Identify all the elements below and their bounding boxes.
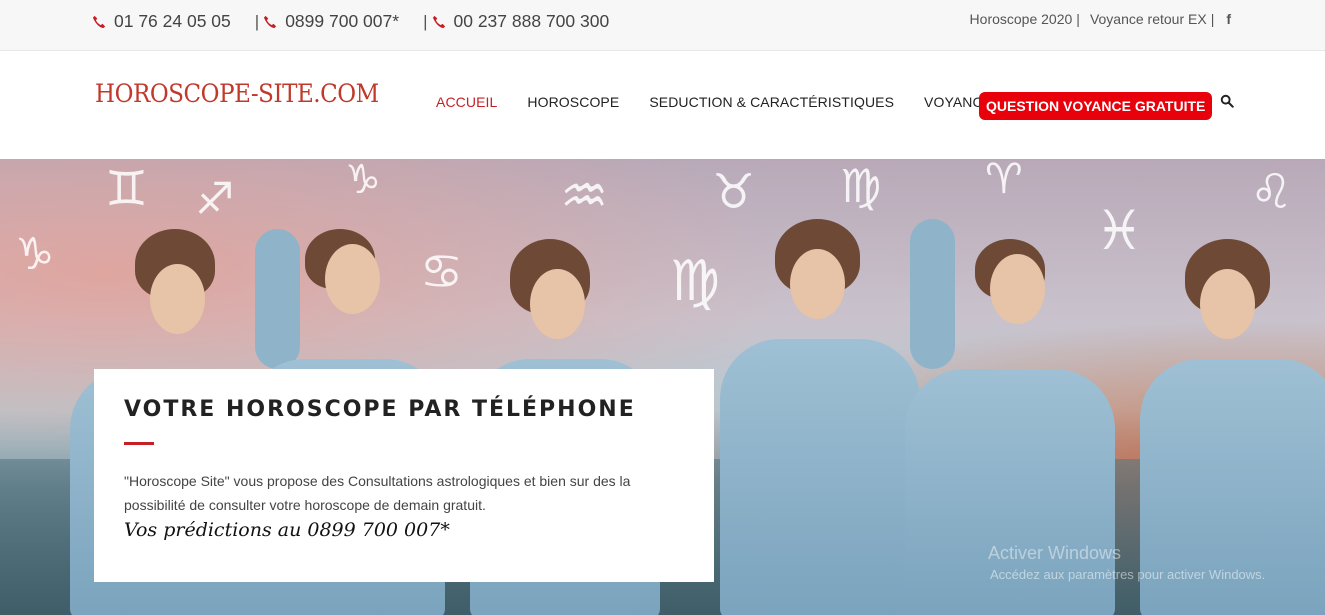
hero-title: VOTRE HOROSCOPE PAR TÉLÉPHONE [124, 397, 636, 422]
hero-figure [720, 219, 920, 615]
zodiac-aquarius-icon: ♒ [560, 164, 609, 227]
zodiac-gemini-icon: ♊ [105, 161, 149, 217]
zodiac-capricorn2-icon: ♑ [15, 229, 55, 280]
phone-2[interactable]: 0899 700 007* [263, 11, 399, 32]
site-header: HOROSCOPE-SITE.COM ACCUEIL HOROSCOPE SED… [0, 52, 1325, 159]
search-icon[interactable] [1220, 94, 1234, 108]
hero-card: VOTRE HOROSCOPE PAR TÉLÉPHONE "Horoscope… [94, 369, 714, 582]
title-underline [124, 442, 154, 445]
zodiac-virgo2-icon: ♍ [670, 249, 721, 314]
phone-1[interactable]: 01 76 24 05 05 [92, 11, 231, 32]
separator: | [254, 11, 260, 31]
phone-list: 01 76 24 05 05 | 0899 700 007* | 00 237 … [92, 11, 609, 32]
separator: | [423, 11, 428, 31]
phone-icon [432, 15, 445, 28]
facebook-icon[interactable]: f [1226, 11, 1231, 27]
phone-number: 0899 700 007* [285, 11, 400, 31]
separator: | [1076, 11, 1080, 27]
zodiac-leo-icon: ♌ [1250, 164, 1294, 220]
windows-activation-watermark: Activer Windows [988, 543, 1122, 563]
question-voyance-button[interactable]: QUESTION VOYANCE GRATUITE [979, 92, 1213, 120]
top-bar: 01 76 24 05 05 | 0899 700 007* | 00 237 … [0, 0, 1325, 51]
windows-activation-hint: Accédez aux paramètres pour activer Wind… [990, 567, 1266, 582]
phone-number: 00 237 888 700 300 [453, 11, 610, 31]
zodiac-taurus-icon: ♉ [712, 164, 756, 220]
phone-number: 01 76 24 05 05 [114, 11, 231, 31]
link-horoscope-2020[interactable]: Horoscope 2020 [970, 11, 1073, 27]
hero-description: "Horoscope Site" vous propose des Consul… [124, 473, 631, 513]
site-logo[interactable]: HOROSCOPE-SITE.COM [95, 79, 379, 108]
hero-phone-line[interactable]: Vos prédictions au 0899 700 007* [124, 519, 684, 541]
top-links: Horoscope 2020 | Voyance retour EX | f [970, 11, 1231, 27]
link-voyance-retour-ex[interactable]: Voyance retour EX [1090, 11, 1207, 27]
nav-seduction[interactable]: SEDUCTION & CARACTÉRISTIQUES [649, 94, 894, 110]
zodiac-capricorn-icon: ♑ [345, 159, 381, 203]
zodiac-virgo-icon: ♍ [840, 159, 882, 213]
nav-horoscope[interactable]: HOROSCOPE [527, 94, 619, 110]
separator: | [1210, 11, 1215, 27]
phone-icon [264, 15, 277, 28]
phone-icon [92, 15, 106, 28]
main-nav: ACCUEIL HOROSCOPE SEDUCTION & CARACTÉRIS… [436, 94, 1022, 110]
nav-accueil[interactable]: ACCUEIL [436, 94, 497, 110]
zodiac-aries-icon: ♈ [985, 159, 1023, 203]
phone-3[interactable]: 00 237 888 700 300 [432, 11, 610, 32]
hero-figure [1140, 239, 1325, 615]
zodiac-sagittarius-icon: ♐ [195, 174, 235, 225]
